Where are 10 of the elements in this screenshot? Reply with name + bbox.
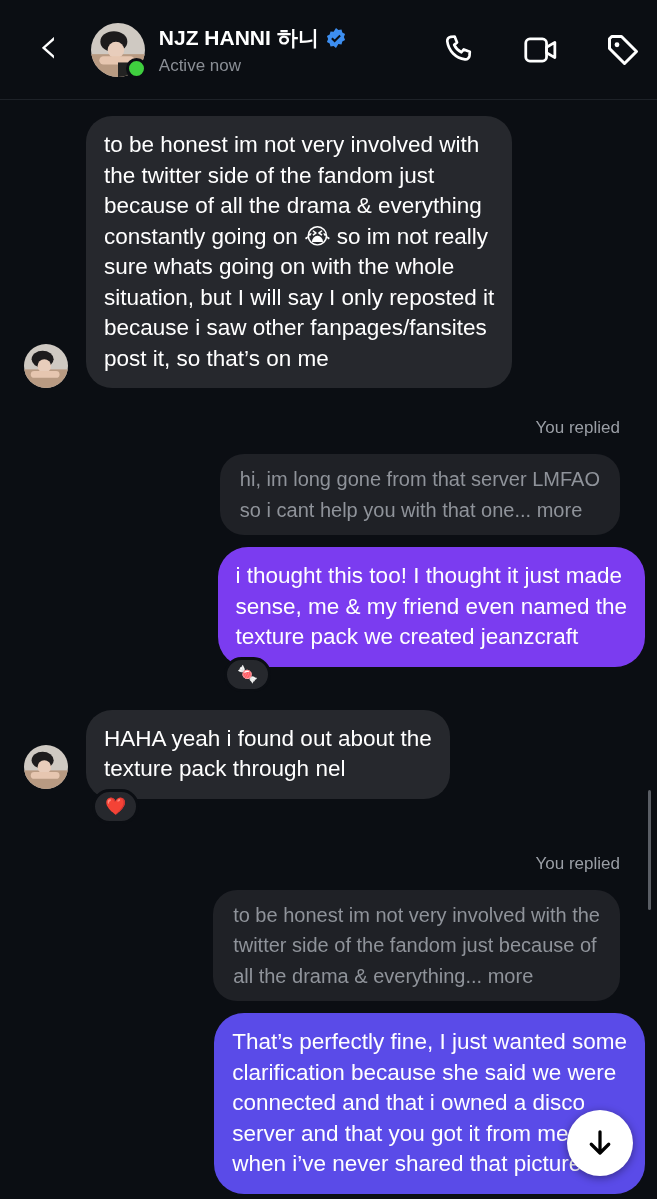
- message-bubble: to be honest im not very involved with the twitter side of the fandom just because of all the drama & everything constantly going on 😭 so im not really sure whats going on with the whole situation, but I will say I only reposted it because i saw other fanpages/fansites post it, so that’s on me: [86, 116, 513, 388]
- quoted-message[interactable]: to be honest im not very involved with the twitter side of the fandom just because of all the drama & everything... more: [213, 889, 620, 1001]
- reply-label: You replied: [535, 418, 620, 438]
- back-button[interactable]: ‹: [32, 18, 65, 81]
- reply-label: You replied: [535, 853, 620, 874]
- message-bubble: i thought this too! I thought it just made sense, me & my friend even named the texture pack we created jeanzcraft: [217, 547, 645, 667]
- quoted-message[interactable]: hi, im long gone from that server LMFAO so i cant help you with that one... more: [219, 454, 620, 535]
- reaction[interactable]: ❤: [92, 788, 139, 824]
- contact-name: NJZ HANNI 하니: [158, 24, 319, 51]
- active-status: Active now: [158, 55, 242, 76]
